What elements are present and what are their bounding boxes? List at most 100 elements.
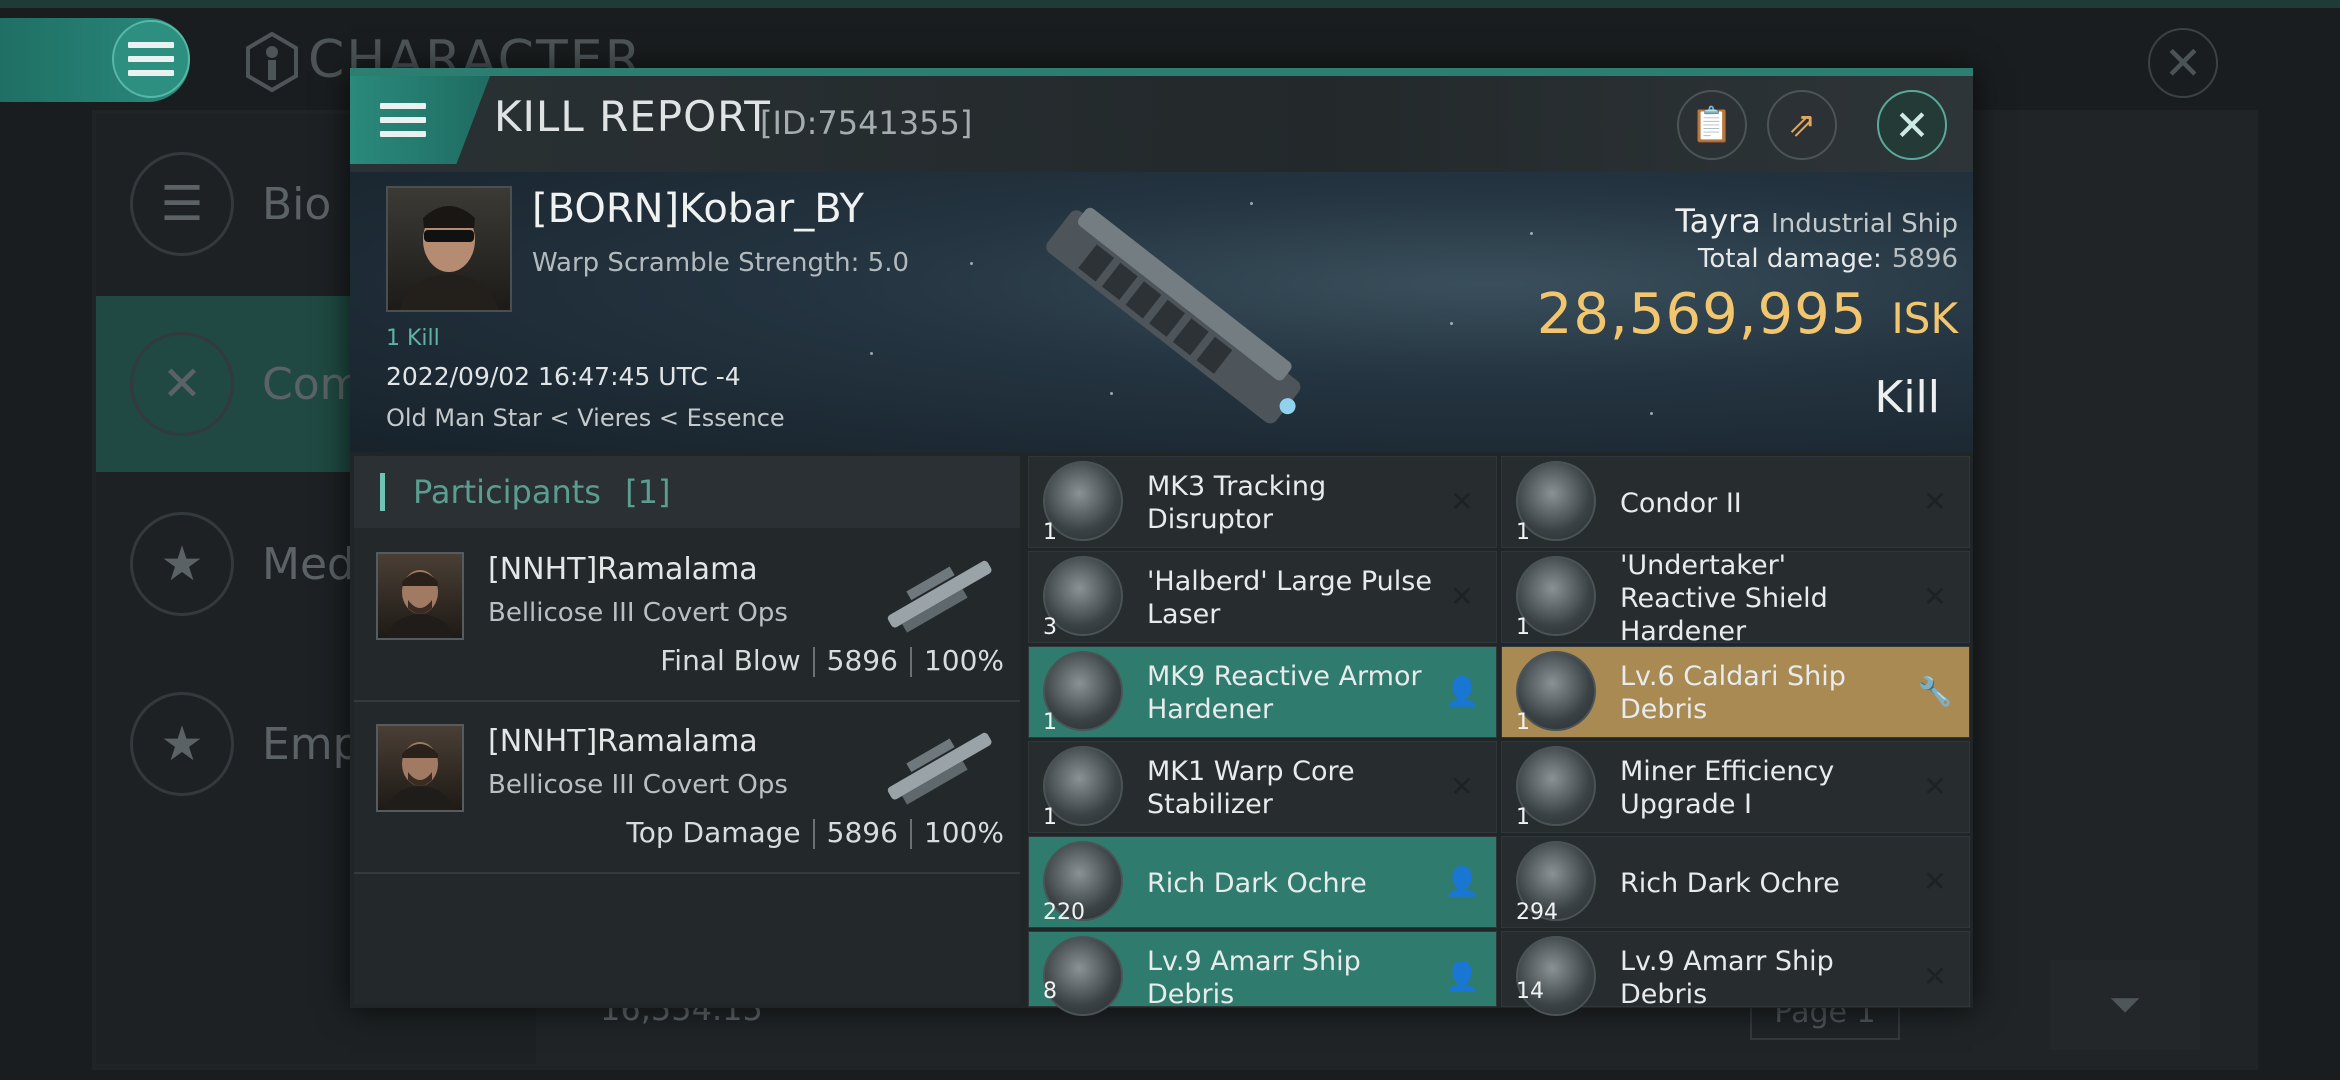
victim-name[interactable]: [BORN]Kobar_BY [532, 186, 864, 232]
dialog-accent-bar [350, 68, 1973, 76]
participant-avatar[interactable] [376, 552, 464, 640]
isk-value-line: 28,569,995 ISK [1537, 282, 1958, 347]
isk-unit: ISK [1891, 294, 1958, 343]
item-quantity: 294 [1516, 900, 1558, 925]
item-name: 'Halberd' Large Pulse Laser [1147, 566, 1432, 630]
item-tile[interactable]: 1 MK1 Warp Core Stabilizer ✕ [1028, 741, 1497, 833]
kill-location[interactable]: Old Man Star < Vieres < Essence [386, 404, 785, 432]
share-button[interactable]: ⇗ [1767, 90, 1837, 160]
dropped-person-icon: 👤 [1444, 959, 1480, 993]
item-tile[interactable]: 1 Condor II ✕ [1501, 456, 1970, 548]
close-icon: ✕ [1894, 100, 1930, 150]
wrench-icon: 🔧 [1917, 674, 1953, 708]
star-icon: ★ [130, 692, 234, 796]
participant-avatar[interactable] [376, 724, 464, 812]
close-icon[interactable]: ✕ [2148, 28, 2218, 98]
item-name: Condor II [1620, 487, 1742, 519]
item-quantity: 1 [1516, 710, 1530, 735]
item-tile[interactable]: 294 Rich Dark Ochre ✕ [1501, 836, 1970, 928]
participants-label: Participants [1] [413, 473, 671, 511]
ship-debris-icon [1516, 936, 1596, 1016]
item-tile[interactable]: 3 'Halberd' Large Pulse Laser ✕ [1028, 551, 1497, 643]
character-icon [246, 31, 298, 93]
close-dialog-button[interactable]: ✕ [1877, 90, 1947, 160]
item-tile[interactable]: 1 Miner Efficiency Upgrade I ✕ [1501, 741, 1970, 833]
item-name: Rich Dark Ochre [1620, 867, 1840, 899]
ship-name[interactable]: Tayra [1675, 202, 1761, 240]
participant-damage: 5896 [826, 816, 898, 849]
participant-role: Final Blow [660, 644, 801, 677]
item-quantity: 1 [1043, 805, 1057, 830]
ship-debris-icon [1043, 936, 1123, 1016]
participant-ship: Bellicose III Covert Ops [488, 770, 788, 800]
participant-name[interactable]: [NNHT]Ramalama [488, 724, 758, 759]
top-bar [0, 0, 2340, 8]
item-tile[interactable]: 14 Lv.9 Amarr Ship Debris ✕ [1501, 931, 1970, 1016]
item-name: 'Undertaker' Reactive Shield Hardener [1620, 549, 1828, 647]
item-tile[interactable]: 8 Lv.9 Amarr Ship Debris 👤 [1028, 931, 1497, 1016]
menu-icon: ☰ [130, 152, 234, 256]
clipboard-icon: 📋 [1690, 105, 1734, 145]
dialog-title: KILL REPORT [494, 92, 771, 141]
dropped-person-icon: 👤 [1444, 674, 1480, 708]
destroyed-x-icon: ✕ [1923, 579, 1947, 613]
item-name: MK3 Tracking Disruptor [1147, 471, 1327, 535]
item-tile[interactable]: 1 MK9 Reactive Armor Hardener 👤 [1028, 646, 1497, 738]
participants-header: Participants [1] [354, 456, 1020, 528]
clipboard-button[interactable]: 📋 [1677, 90, 1747, 160]
item-tile[interactable]: 220 Rich Dark Ochre 👤 [1028, 836, 1497, 928]
covert-ops-ship-icon [887, 732, 992, 805]
item-tile[interactable]: 1 MK3 Tracking Disruptor ✕ [1028, 456, 1497, 548]
item-quantity: 1 [1516, 520, 1530, 545]
medal-icon: ★ [130, 512, 234, 616]
dropped-person-icon: 👤 [1444, 864, 1480, 898]
participant-stats: Final Blow 5896 100% [660, 644, 1004, 677]
item-quantity: 220 [1043, 900, 1085, 925]
covert-ops-ship-icon [887, 560, 992, 633]
destroyed-x-icon: ✕ [1923, 769, 1947, 803]
destroyed-x-icon: ✕ [1923, 484, 1947, 518]
report-type: Kill [1874, 372, 1940, 423]
item-name: MK9 Reactive Armor Hardener [1147, 661, 1422, 725]
total-damage-value: 5896 [1891, 244, 1958, 274]
participant-percent: 100% [923, 816, 1004, 849]
participant-percent: 100% [923, 644, 1004, 677]
item-quantity: 1 [1043, 520, 1057, 545]
item-quantity: 3 [1043, 615, 1057, 640]
item-tile[interactable]: 1 Lv.6 Caldari Ship Debris 🔧 [1501, 646, 1970, 738]
ship-class: Industrial Ship [1771, 209, 1958, 239]
report-id[interactable]: [ID:7541355] [760, 104, 972, 142]
total-damage-line: Total damage: 5896 [1698, 244, 1958, 274]
participant-ship: Bellicose III Covert Ops [488, 598, 788, 628]
destroyed-x-icon: ✕ [1450, 579, 1474, 613]
participant-row[interactable]: [NNHT]Ramalama Bellicose III Covert Ops … [354, 530, 1020, 702]
item-quantity: 14 [1516, 979, 1544, 1004]
destroyed-x-icon: ✕ [1923, 959, 1947, 993]
total-damage-label: Total damage: [1697, 244, 1882, 274]
item-name: Miner Efficiency Upgrade I [1620, 756, 1835, 820]
share-icon: ⇗ [1787, 105, 1817, 145]
participant-damage: 5896 [826, 644, 898, 677]
destroyed-x-icon: ✕ [1450, 484, 1474, 518]
kill-count: 1 Kill [386, 326, 440, 351]
main-menu-icon[interactable] [112, 20, 190, 98]
item-quantity: 1 [1516, 805, 1530, 830]
menu-icon [380, 103, 426, 137]
swords-icon: ✕ [130, 332, 234, 436]
participant-name[interactable]: [NNHT]Ramalama [488, 552, 758, 587]
victim-portrait-icon [400, 206, 498, 310]
participant-portrait-icon [386, 742, 454, 810]
kill-datetime: 2022/09/02 16:47:45 UTC -4 [386, 362, 741, 391]
item-tile[interactable]: 1 'Undertaker' Reactive Shield Hardener ✕ [1501, 549, 1970, 647]
warp-scramble-strength: Warp Scramble Strength: 5.0 [532, 248, 910, 278]
item-name: Rich Dark Ochre [1147, 867, 1367, 899]
ship-name-line: Tayra Industrial Ship [1675, 202, 1958, 240]
participant-role: Top Damage [626, 816, 801, 849]
filter-icon[interactable]: ⏷ [2050, 960, 2200, 1050]
participant-row[interactable]: [NNHT]Ramalama Bellicose III Covert Ops … [354, 702, 1020, 874]
participant-portrait-icon [386, 570, 454, 638]
victim-avatar[interactable] [386, 186, 512, 312]
isk-value: 28,569,995 [1536, 282, 1868, 347]
item-quantity: 1 [1043, 710, 1057, 735]
destroyed-x-icon: ✕ [1923, 864, 1947, 898]
